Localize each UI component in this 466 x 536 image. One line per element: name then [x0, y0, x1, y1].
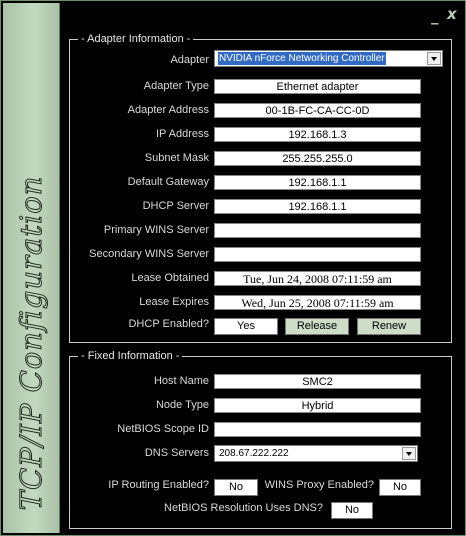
ip-routing-label: IP Routing Enabled?: [108, 479, 209, 491]
dhcp-enabled-label: DHCP Enabled?: [128, 318, 209, 330]
subnet-mask-label: Subnet Mask: [144, 152, 209, 164]
host-name-label: Host Name: [153, 375, 209, 387]
side-banner: TCP/IP Configuration: [3, 3, 60, 533]
adapter-address-field[interactable]: 00-1B-FC-CA-CC-0D: [214, 103, 421, 118]
netbios-scope-field[interactable]: [214, 422, 421, 437]
default-gateway-label: Default Gateway: [127, 176, 209, 188]
adapter-info-group-title: - Adapter Information -: [78, 32, 194, 46]
netbios-scope-label: NetBIOS Scope ID: [117, 423, 209, 435]
dns-servers-value: 208.67.222.222: [219, 448, 289, 459]
dhcp-enabled-value[interactable]: Yes: [214, 318, 278, 335]
chevron-down-icon[interactable]: [402, 447, 416, 460]
dns-servers-label: DNS Servers: [144, 447, 209, 459]
dns-servers-select[interactable]: 208.67.222.222: [214, 445, 418, 462]
chevron-down-icon[interactable]: [427, 52, 441, 65]
ip-routing-value[interactable]: No: [214, 479, 258, 496]
primary-wins-field[interactable]: [214, 223, 421, 238]
tcpip-config-window: TCP/IP Configuration _ x - Adapter Infor…: [0, 0, 466, 536]
host-name-field[interactable]: SMC2: [214, 374, 421, 389]
fixed-info-group-title: - Fixed Information -: [78, 349, 183, 363]
adapter-address-label: Adapter Address: [127, 104, 209, 116]
adapter-label: Adapter: [170, 54, 209, 66]
renew-button[interactable]: Renew: [357, 318, 421, 335]
adapter-type-label: Adapter Type: [143, 80, 209, 92]
default-gateway-field[interactable]: 192.168.1.1: [214, 175, 421, 190]
side-banner-title: TCP/IP Configuration: [14, 175, 49, 511]
lease-expires-label: Lease Expires: [139, 296, 209, 308]
secondary-wins-label: Secondary WINS Server: [89, 248, 209, 260]
adapter-type-field[interactable]: Ethernet adapter: [214, 79, 421, 94]
lease-obtained-field[interactable]: Tue, Jun 24, 2008 07:11:59 am: [214, 271, 421, 286]
adapter-select[interactable]: NVIDIA nForce Networking Controller: [214, 50, 443, 67]
netbios-dns-value[interactable]: No: [331, 502, 373, 519]
netbios-dns-label: NetBIOS Resolution Uses DNS?: [164, 502, 323, 514]
lease-expires-field[interactable]: Wed, Jun 25, 2008 07:11:59 am: [214, 295, 421, 310]
wins-proxy-label: WINS Proxy Enabled?: [264, 479, 374, 491]
subnet-mask-field[interactable]: 255.255.255.0: [214, 151, 421, 166]
close-icon[interactable]: x: [447, 7, 457, 22]
ip-address-field[interactable]: 192.168.1.3: [214, 127, 421, 142]
lease-obtained-label: Lease Obtained: [131, 272, 209, 284]
minimize-icon[interactable]: _: [431, 9, 439, 24]
adapter-select-value: NVIDIA nForce Networking Controller: [218, 52, 386, 65]
dhcp-server-label: DHCP Server: [142, 200, 209, 212]
secondary-wins-field[interactable]: [214, 247, 421, 262]
node-type-field[interactable]: Hybrid: [214, 398, 421, 413]
dhcp-server-field[interactable]: 192.168.1.1: [214, 199, 421, 214]
ip-address-label: IP Address: [156, 128, 209, 140]
wins-proxy-value[interactable]: No: [379, 479, 421, 496]
node-type-label: Node Type: [155, 399, 209, 411]
release-button[interactable]: Release: [285, 318, 349, 335]
primary-wins-label: Primary WINS Server: [103, 224, 209, 236]
